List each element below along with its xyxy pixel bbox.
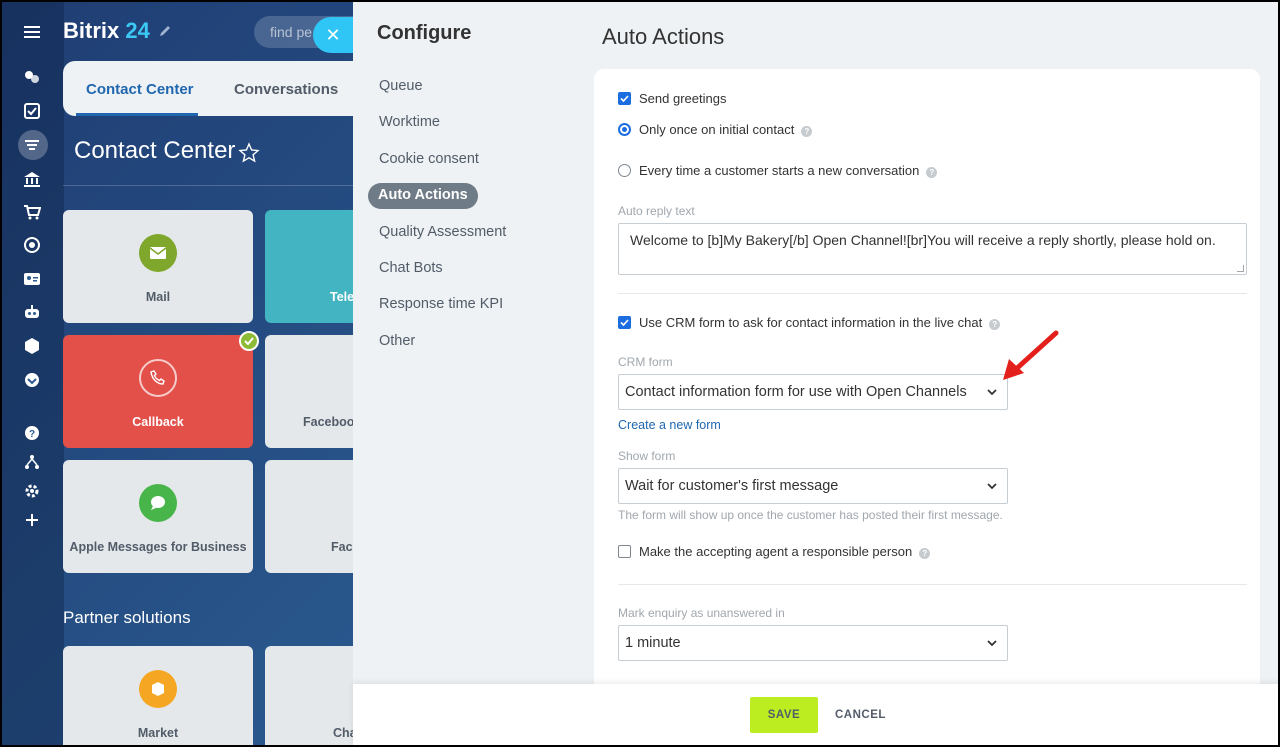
divider: [63, 185, 363, 186]
menu-item-quality-assessment[interactable]: Quality Assessment: [368, 220, 568, 246]
menu-item-response-time-kpi[interactable]: Response time KPI: [368, 292, 568, 318]
chat-bubbles-icon[interactable]: [22, 67, 42, 87]
tile-market[interactable]: Market: [63, 646, 253, 747]
market-box-icon: [139, 670, 177, 708]
robot-icon[interactable]: [22, 302, 42, 322]
help-icon[interactable]: ?: [801, 126, 813, 137]
divider: [618, 584, 1247, 585]
menu-item-other[interactable]: Other: [368, 329, 568, 355]
bank-icon[interactable]: [22, 169, 42, 189]
tab-contact-center[interactable]: Contact Center: [86, 81, 194, 98]
tile-label: Market: [137, 726, 179, 740]
message-bubble-icon: [139, 484, 177, 522]
close-slider-button[interactable]: ✕: [313, 17, 353, 53]
use-crm-form-checkbox[interactable]: [618, 316, 631, 329]
active-tab-underline: [76, 113, 198, 116]
settings-icon[interactable]: [22, 481, 42, 501]
partner-solutions-heading: Partner solutions: [63, 608, 191, 627]
unanswered-value: 1 minute: [625, 635, 681, 651]
chevron-down-icon: [987, 389, 997, 396]
greeting-every-label: Every time a customer starts a new conve…: [639, 163, 920, 178]
divider: [618, 293, 1247, 294]
close-icon: ✕: [325, 24, 341, 45]
responsible-person-row: Make the accepting agent a responsible p…: [618, 544, 931, 559]
save-button[interactable]: SAVE: [750, 697, 818, 733]
more-icon[interactable]: [22, 370, 42, 390]
tile-label: Callback: [132, 415, 184, 429]
structure-icon[interactable]: [22, 452, 42, 472]
tab-bar: Contact Center Conversations: [63, 61, 363, 116]
svg-text:?: ?: [29, 429, 35, 440]
send-greetings-row: Send greetings: [618, 91, 726, 106]
greeting-every-row: Every time a customer starts a new conve…: [618, 163, 938, 178]
menu-item-cookie-consent[interactable]: Cookie consent: [368, 147, 568, 173]
section-title: Auto Actions: [602, 24, 725, 49]
tile-mail[interactable]: Mail: [63, 210, 253, 323]
target-icon[interactable]: [22, 235, 42, 255]
crm-form-value: Contact information form for use with Op…: [625, 384, 967, 400]
menu-item-chat-bots[interactable]: Chat Bots: [368, 256, 568, 282]
left-rail: ?: [0, 0, 64, 747]
send-greetings-label: Send greetings: [639, 91, 727, 106]
crm-form-label: CRM form: [618, 355, 673, 369]
box-icon[interactable]: [22, 336, 42, 356]
auto-reply-textarea[interactable]: Welcome to [b]My Bakery[/b] Open Channel…: [618, 223, 1247, 275]
filter-icon[interactable]: [22, 135, 42, 155]
chevron-down-icon: [987, 640, 997, 647]
resize-handle-icon[interactable]: [1237, 265, 1244, 272]
tile-label: Mail: [145, 290, 171, 304]
help-icon[interactable]: ?: [926, 167, 938, 178]
greeting-once-row: Only once on initial contact ?: [618, 122, 813, 137]
page-title: Contact Center: [74, 137, 236, 164]
greeting-once-label: Only once on initial contact: [639, 122, 795, 137]
annotation-arrow-icon: [1003, 330, 1059, 380]
settings-menu: Queue Worktime Cookie consent Auto Actio…: [368, 74, 568, 365]
contact-card-icon[interactable]: [22, 269, 42, 289]
chevron-down-icon: [987, 483, 997, 490]
phone-icon: [139, 359, 177, 397]
help-icon[interactable]: ?: [22, 423, 42, 443]
menu-item-queue[interactable]: Queue: [368, 74, 568, 100]
show-form-value: Wait for customer's first message: [625, 478, 839, 494]
show-form-label: Show form: [618, 449, 676, 463]
create-new-form-link[interactable]: Create a new form: [618, 418, 721, 432]
responsible-person-label: Make the accepting agent a responsible p…: [639, 544, 913, 559]
tasks-icon[interactable]: [22, 101, 42, 121]
configure-slider: Configure Queue Worktime Cookie consent …: [353, 0, 1280, 747]
show-form-select[interactable]: Wait for customer's first message: [618, 468, 1008, 504]
tile-callback[interactable]: Callback: [63, 335, 253, 448]
send-greetings-checkbox[interactable]: [618, 92, 631, 105]
menu-item-auto-actions[interactable]: Auto Actions: [368, 183, 478, 210]
help-icon[interactable]: ?: [919, 548, 931, 559]
tile-apple-messages[interactable]: Apple Messages for Business: [63, 460, 253, 573]
unanswered-select[interactable]: 1 minute: [618, 625, 1008, 661]
cancel-button[interactable]: CANCEL: [825, 697, 896, 733]
unanswered-label: Mark enquiry as unanswered in: [618, 606, 785, 620]
mail-icon: [139, 234, 177, 272]
tile-label: Apple Messages for Business: [69, 540, 247, 554]
greeting-every-radio[interactable]: [618, 164, 631, 177]
crm-form-select[interactable]: Contact information form for use with Op…: [618, 374, 1008, 410]
auto-reply-text: Welcome to [b]My Bakery[/b] Open Channel…: [630, 232, 1216, 248]
use-crm-form-row: Use CRM form to ask for contact informat…: [618, 315, 1001, 330]
menu-icon[interactable]: [22, 22, 42, 42]
auto-reply-label: Auto reply text: [618, 204, 695, 218]
show-form-hint: The form will show up once the customer …: [618, 508, 1003, 522]
edit-icon[interactable]: [158, 24, 172, 38]
use-crm-form-label: Use CRM form to ask for contact informat…: [639, 315, 983, 330]
star-icon[interactable]: [238, 142, 260, 164]
menu-item-worktime[interactable]: Worktime: [368, 110, 568, 136]
tab-conversations[interactable]: Conversations: [234, 81, 338, 98]
slider-title: Configure: [377, 22, 472, 44]
cart-icon[interactable]: [22, 202, 42, 222]
responsible-person-checkbox[interactable]: [618, 545, 631, 558]
connected-check-icon: [239, 331, 259, 351]
greeting-once-radio[interactable]: [618, 123, 631, 136]
slider-footer: SAVE CANCEL: [353, 684, 1280, 747]
brand-logo: Bitrix 24: [63, 18, 150, 43]
add-icon[interactable]: [22, 510, 42, 530]
